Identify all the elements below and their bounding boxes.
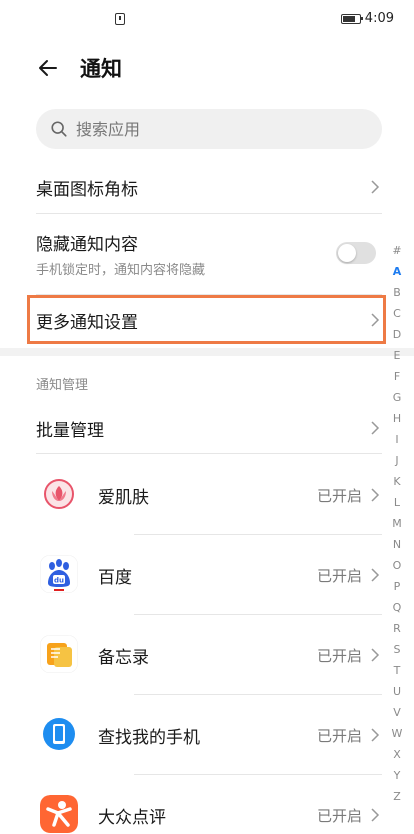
- alphabet-letter[interactable]: G: [389, 387, 405, 408]
- search-box[interactable]: [36, 109, 382, 149]
- app-row-find-phone[interactable]: 查找我的手机 已开启: [36, 695, 382, 775]
- back-arrow-icon[interactable]: [36, 56, 60, 80]
- app-name: 大众点评: [98, 808, 166, 828]
- alphabet-letter[interactable]: J: [389, 450, 405, 471]
- batch-manage-label: 批量管理: [36, 420, 104, 441]
- chevron-right-icon: [371, 648, 380, 662]
- alphabet-letter[interactable]: W: [389, 723, 405, 744]
- hide-content-desc: 手机锁定时，通知内容将隐藏: [36, 263, 206, 278]
- alphabet-letter[interactable]: S: [389, 639, 405, 660]
- alphabet-letter[interactable]: M: [389, 513, 405, 534]
- app-name: 爱肌肤: [98, 488, 149, 508]
- svg-text:du: du: [54, 577, 64, 585]
- chevron-right-icon: [371, 421, 380, 435]
- divider: [36, 213, 382, 214]
- alphabet-letter[interactable]: I: [389, 429, 405, 450]
- hide-content-toggle[interactable]: [336, 242, 376, 264]
- alphabet-letter[interactable]: H: [389, 408, 405, 429]
- alphabet-letter[interactable]: C: [389, 303, 405, 324]
- alphabet-letter[interactable]: X: [389, 744, 405, 765]
- divider: [36, 294, 382, 295]
- desktop-badge-label: 桌面图标角标: [36, 179, 138, 200]
- search-icon: [51, 121, 67, 137]
- desktop-badge-row[interactable]: 桌面图标角标: [36, 167, 382, 207]
- alphabet-letter[interactable]: L: [389, 492, 405, 513]
- alphabet-letter[interactable]: B: [389, 282, 405, 303]
- alphabet-letter[interactable]: E: [389, 345, 405, 366]
- app-status: 已开启: [316, 727, 362, 745]
- alphabet-letter[interactable]: D: [389, 324, 405, 345]
- alphabet-letter[interactable]: Q: [389, 597, 405, 618]
- alphabet-letter[interactable]: #: [389, 240, 405, 261]
- app-row-notes[interactable]: 备忘录 已开启: [36, 615, 382, 695]
- more-settings-row[interactable]: 更多通知设置: [36, 300, 382, 340]
- app-name: 备忘录: [98, 648, 149, 668]
- find-phone-app-icon: [40, 715, 78, 753]
- battery-icon: [340, 13, 363, 24]
- alphabet-letter[interactable]: N: [389, 534, 405, 555]
- status-time: 4:09: [364, 11, 394, 26]
- alphabet-letter[interactable]: Z: [389, 786, 405, 807]
- app-status: 已开启: [316, 647, 362, 665]
- app-row-aijifu[interactable]: 爱肌肤 已开启: [36, 455, 382, 535]
- dianping-app-icon: [40, 795, 78, 833]
- chevron-right-icon: [371, 808, 380, 822]
- app-status: 已开启: [316, 807, 362, 825]
- header: 通知: [0, 48, 414, 88]
- status-bar: 4:09: [0, 0, 414, 40]
- more-settings-label: 更多通知设置: [36, 312, 138, 333]
- hide-content-label: 隐藏通知内容: [36, 235, 138, 255]
- alphabet-letter[interactable]: R: [389, 618, 405, 639]
- notes-app-icon: [40, 635, 78, 673]
- chevron-right-icon: [371, 728, 380, 742]
- baidu-app-icon: du: [40, 555, 78, 593]
- batch-manage-row[interactable]: 批量管理: [36, 408, 382, 448]
- hide-content-row: 隐藏通知内容 手机锁定时，通知内容将隐藏: [36, 228, 382, 288]
- alphabet-letter[interactable]: A: [389, 261, 405, 282]
- divider: [36, 453, 382, 454]
- chevron-right-icon: [371, 488, 380, 502]
- alphabet-letter[interactable]: F: [389, 366, 405, 387]
- toggle-knob: [338, 244, 356, 262]
- app-name: 查找我的手机: [98, 728, 200, 748]
- chevron-right-icon: [371, 180, 380, 194]
- chevron-right-icon: [371, 568, 380, 582]
- app-row-dianping[interactable]: 大众点评 已开启: [36, 775, 382, 834]
- alphabet-letter[interactable]: T: [389, 660, 405, 681]
- app-status: 已开启: [316, 487, 362, 505]
- alphabet-letter[interactable]: Y: [389, 765, 405, 786]
- app-status: 已开启: [316, 567, 362, 585]
- alphabet-letter[interactable]: K: [389, 471, 405, 492]
- sim-alert-icon: [115, 13, 125, 25]
- alphabet-letter[interactable]: V: [389, 702, 405, 723]
- alphabet-index[interactable]: # A B C D E F G H I J K L M N O P Q R S T U V W X Y Z: [389, 240, 405, 807]
- app-row-baidu[interactable]: du 百度 已开启: [36, 535, 382, 615]
- search-input[interactable]: [76, 119, 356, 139]
- section-title: 通知管理: [36, 378, 89, 393]
- section-gap: [0, 348, 414, 356]
- app-name: 百度: [98, 568, 132, 588]
- aijifu-app-icon: [40, 475, 78, 513]
- alphabet-letter[interactable]: O: [389, 555, 405, 576]
- page-title: 通知: [80, 57, 122, 81]
- chevron-right-icon: [371, 313, 380, 327]
- status-right: 4:09: [340, 11, 394, 26]
- alphabet-letter[interactable]: U: [389, 681, 405, 702]
- alphabet-letter[interactable]: P: [389, 576, 405, 597]
